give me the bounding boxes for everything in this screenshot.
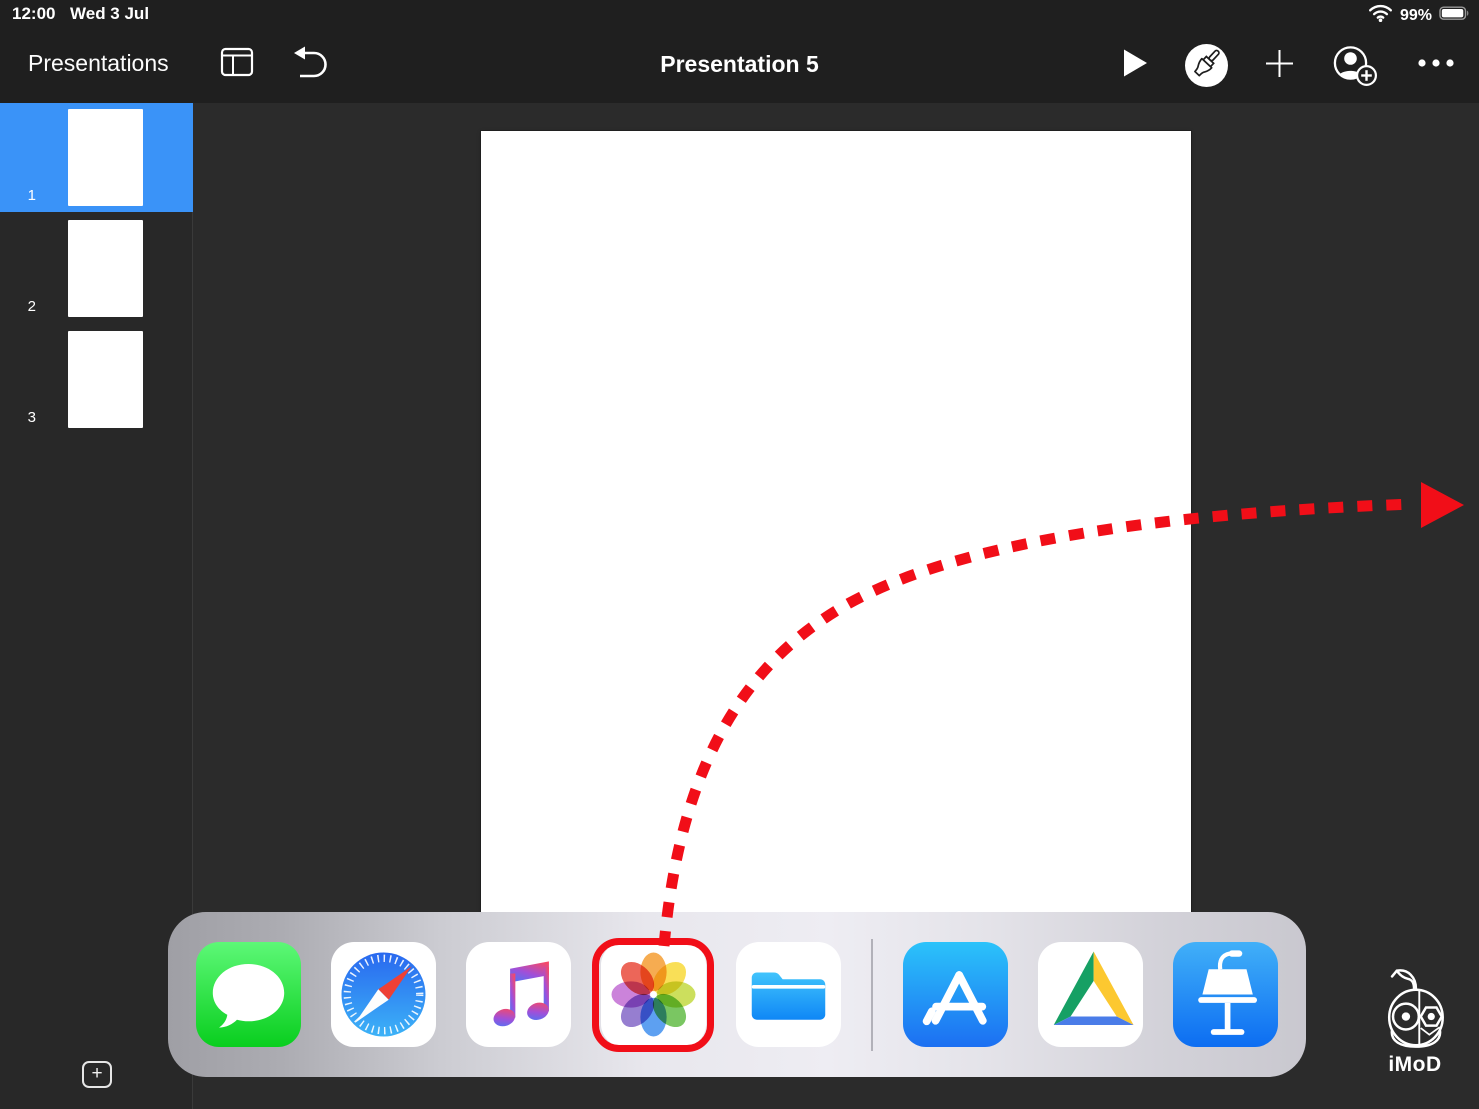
- add-slide-button[interactable]: +: [82, 1061, 112, 1088]
- app-store-app-icon[interactable]: [903, 942, 1008, 1047]
- photos-app-icon[interactable]: [601, 942, 706, 1047]
- wifi-icon: [1368, 4, 1393, 27]
- keynote-ipad-screen: 12:00 Wed 3 Jul 99% Presentations: [0, 0, 1479, 1109]
- undo-button[interactable]: [292, 48, 330, 82]
- arrow-head: [1421, 482, 1464, 528]
- slide-number-1: 1: [12, 187, 36, 204]
- dock: [168, 912, 1306, 1077]
- play-button[interactable]: [1122, 50, 1148, 80]
- status-date: Wed 3 Jul: [70, 4, 149, 24]
- view-options-button[interactable]: [219, 46, 255, 82]
- top-chrome: 12:00 Wed 3 Jul 99% Presentations: [0, 0, 1479, 103]
- slide-thumbnail-2[interactable]: [68, 220, 143, 317]
- status-time: 12:00: [12, 4, 55, 24]
- slide-navigator: 1 2 3 +: [0, 103, 193, 1109]
- safari-app-icon[interactable]: [331, 942, 436, 1047]
- play-icon: [1122, 48, 1148, 83]
- slide-thumbnail-1[interactable]: [68, 109, 143, 206]
- format-button[interactable]: [1185, 44, 1228, 87]
- files-app-icon[interactable]: [736, 942, 841, 1047]
- messages-app-icon[interactable]: [196, 942, 301, 1047]
- slide-thumbnail-3[interactable]: [68, 331, 143, 428]
- imod-owl-icon: [1380, 1037, 1450, 1054]
- presentations-back-button[interactable]: Presentations: [28, 50, 169, 77]
- dock-divider: [871, 939, 873, 1051]
- battery-icon: [1439, 6, 1470, 26]
- keynote-app-icon[interactable]: [1173, 942, 1278, 1047]
- watermark-label: iMoD: [1376, 1053, 1454, 1077]
- music-app-icon[interactable]: [466, 942, 571, 1047]
- watermark-logo: iMoD: [1376, 964, 1454, 1077]
- status-right-cluster: 99%: [1368, 4, 1470, 27]
- battery-percent: 99%: [1400, 7, 1432, 25]
- format-brush-icon: [1185, 42, 1228, 90]
- more-icon: [1416, 55, 1456, 76]
- collaborate-icon: [1331, 43, 1378, 93]
- view-options-icon: [219, 44, 255, 85]
- slide-number-2: 2: [12, 298, 36, 315]
- google-drive-app-icon[interactable]: [1038, 942, 1143, 1047]
- more-button[interactable]: [1416, 57, 1456, 73]
- slide-number-3: 3: [12, 409, 36, 426]
- collaborate-button[interactable]: [1331, 45, 1378, 90]
- insert-button[interactable]: [1265, 51, 1294, 80]
- undo-icon: [292, 46, 330, 85]
- add-icon: [1265, 49, 1294, 83]
